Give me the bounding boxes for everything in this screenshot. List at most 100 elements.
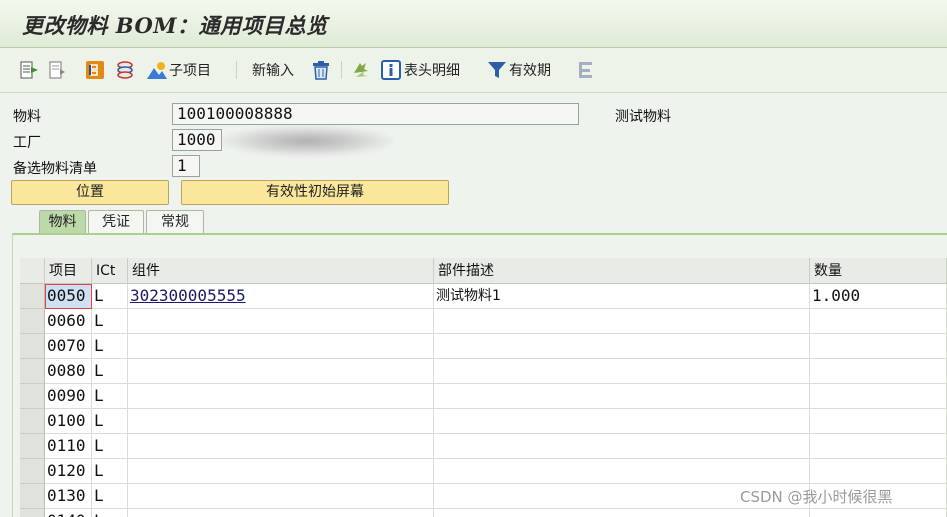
cell-description[interactable]: [434, 334, 810, 359]
column-header-item-category[interactable]: ICt: [92, 258, 128, 284]
window-title: 更改物料 BOM：通用项目总览: [22, 13, 328, 38]
row-selector[interactable]: [20, 359, 45, 384]
cell-item-category[interactable]: L: [92, 359, 128, 384]
row-selector[interactable]: [20, 409, 45, 434]
cell-item-category[interactable]: L: [92, 309, 128, 334]
filter-icon: [486, 59, 508, 81]
validity-button[interactable]: 有效期: [486, 58, 551, 82]
tab-material[interactable]: 物料: [39, 210, 86, 234]
cell-component[interactable]: [128, 359, 434, 384]
row-selector[interactable]: [20, 434, 45, 459]
cell-component[interactable]: [128, 384, 434, 409]
column-header-quantity[interactable]: 数量: [810, 258, 947, 284]
position-button[interactable]: 位置: [11, 180, 169, 205]
cell-description[interactable]: [434, 509, 810, 517]
column-header-component[interactable]: 组件: [128, 258, 434, 284]
validity-label: 有效期: [509, 63, 551, 79]
cell-quantity[interactable]: [810, 509, 947, 517]
cell-component[interactable]: [128, 459, 434, 484]
row-selector[interactable]: [20, 459, 45, 484]
cell-item-category[interactable]: L: [92, 284, 128, 309]
where-used-button[interactable]: [84, 58, 106, 82]
material-description: 测试物料: [615, 109, 671, 125]
material-field[interactable]: 100100008888: [172, 103, 579, 125]
alternative-bom-label: 备选物料清单: [13, 161, 97, 177]
cell-component[interactable]: [128, 334, 434, 359]
cell-item-category[interactable]: L: [92, 334, 128, 359]
cell-description[interactable]: [434, 359, 810, 384]
cell-item[interactable]: 0110: [45, 434, 92, 459]
validity-initial-screen-button[interactable]: 有效性初始屏幕: [181, 180, 449, 205]
hierarchy-orange-icon: [84, 59, 106, 81]
cell-item-category[interactable]: L: [92, 484, 128, 509]
row-selector[interactable]: [20, 484, 45, 509]
info-icon: [380, 59, 402, 81]
new-entry-button[interactable]: 新输入: [252, 58, 294, 82]
cell-item-category[interactable]: L: [92, 409, 128, 434]
cell-component[interactable]: [128, 434, 434, 459]
cell-description[interactable]: [434, 384, 810, 409]
material-label: 物料: [13, 109, 41, 125]
copy-button[interactable]: [350, 58, 372, 82]
display-change-icon: [18, 59, 40, 81]
cell-item[interactable]: 0090: [45, 384, 92, 409]
row-selector[interactable]: [20, 334, 45, 359]
row-selector[interactable]: [20, 384, 45, 409]
cell-quantity[interactable]: [810, 334, 947, 359]
select-all-header[interactable]: [20, 258, 45, 284]
cell-item[interactable]: 0060: [45, 309, 92, 334]
column-header-item[interactable]: 项目: [45, 258, 92, 284]
cell-item[interactable]: 0070: [45, 334, 92, 359]
display-change-toggle-button[interactable]: [18, 58, 40, 82]
cell-component[interactable]: [128, 484, 434, 509]
cell-item[interactable]: 0130: [45, 484, 92, 509]
stack-button[interactable]: [114, 58, 136, 82]
cell-quantity[interactable]: [810, 434, 947, 459]
plant-field[interactable]: 1000: [172, 129, 222, 151]
cell-item-category[interactable]: L: [92, 384, 128, 409]
cell-item[interactable]: 0100: [45, 409, 92, 434]
cell-quantity[interactable]: [810, 459, 947, 484]
cell-description[interactable]: [434, 434, 810, 459]
subitem-label: 子项目: [169, 63, 211, 79]
row-selector[interactable]: [20, 284, 45, 309]
cell-quantity[interactable]: [810, 409, 947, 434]
cell-item[interactable]: 0120: [45, 459, 92, 484]
mountain-subitem-icon: [146, 59, 168, 81]
delete-button[interactable]: [310, 58, 332, 82]
cell-item[interactable]: 0140: [45, 509, 92, 517]
structure-button[interactable]: [576, 58, 598, 82]
header-detail-button[interactable]: 表头明细: [380, 58, 460, 82]
cell-quantity[interactable]: 1.000: [810, 284, 947, 309]
row-selector[interactable]: [20, 509, 45, 517]
cell-quantity[interactable]: [810, 309, 947, 334]
cell-quantity[interactable]: [810, 384, 947, 409]
cell-description[interactable]: [434, 459, 810, 484]
cell-quantity[interactable]: [810, 359, 947, 384]
cell-item[interactable]: 0050: [45, 284, 92, 309]
stack-icon: [114, 59, 136, 81]
cell-description[interactable]: [434, 409, 810, 434]
subitem-button[interactable]: 子项目: [146, 58, 211, 82]
document-icon: [46, 59, 68, 81]
cell-description[interactable]: [434, 309, 810, 334]
other-object-button[interactable]: [46, 58, 68, 82]
cell-description[interactable]: 测试物料1: [434, 284, 810, 309]
structure-tree-icon: [576, 59, 598, 81]
cell-item-category[interactable]: L: [92, 434, 128, 459]
new-entry-label: 新输入: [252, 63, 294, 79]
tab-general[interactable]: 常规: [146, 210, 204, 234]
tab-document[interactable]: 凭证: [88, 210, 144, 234]
cell-item-category[interactable]: L: [92, 509, 128, 517]
cell-component[interactable]: 302300005555: [128, 284, 434, 309]
title-bar: 更改物料 BOM：通用项目总览: [0, 0, 947, 48]
cell-item[interactable]: 0080: [45, 359, 92, 384]
application-toolbar: 子项目 新输入 表头明细 有效期: [0, 49, 947, 93]
cell-item-category[interactable]: L: [92, 459, 128, 484]
alternative-bom-field[interactable]: 1: [172, 155, 200, 177]
column-header-description[interactable]: 部件描述: [434, 258, 810, 284]
cell-component[interactable]: [128, 409, 434, 434]
cell-component[interactable]: [128, 509, 434, 517]
row-selector[interactable]: [20, 309, 45, 334]
cell-component[interactable]: [128, 309, 434, 334]
